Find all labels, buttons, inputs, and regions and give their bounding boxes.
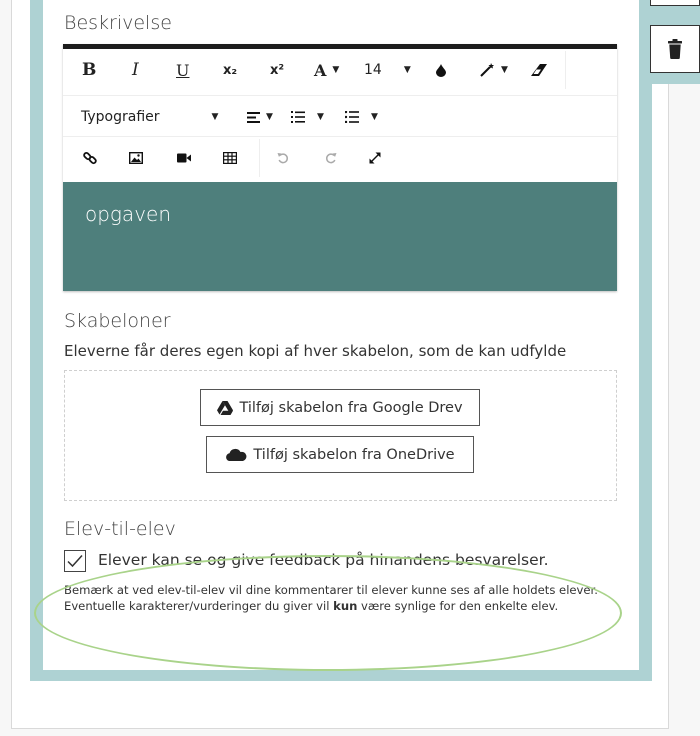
clear-format-button[interactable] bbox=[531, 49, 547, 91]
chevron-down-icon: ▼ bbox=[371, 112, 378, 122]
peer-note: Bemærk at ved elev-til-elev vil dine kom… bbox=[64, 582, 624, 614]
bold-button[interactable]: B bbox=[82, 49, 96, 91]
insert-image-button[interactable] bbox=[129, 137, 143, 179]
redo-button[interactable] bbox=[325, 137, 337, 179]
eraser-icon bbox=[531, 64, 547, 76]
add-google-drive-template-button[interactable]: Tilføj skabelon fra Google Drev bbox=[200, 389, 480, 426]
delete-button[interactable] bbox=[650, 25, 700, 73]
toolbar-row-2: Typografier ▼ ▼ ▼ ▼ bbox=[63, 95, 617, 139]
typography-label: Typografier bbox=[81, 109, 160, 125]
undo-icon bbox=[277, 153, 289, 164]
peer-feedback-checkbox[interactable] bbox=[64, 550, 86, 572]
trash-icon bbox=[668, 39, 682, 59]
chevron-down-icon: ▼ bbox=[501, 65, 508, 75]
peer-note-emphasis: kun bbox=[333, 599, 358, 613]
toolbar-separator bbox=[565, 51, 566, 89]
font-size-select[interactable]: 14 ▼ bbox=[364, 49, 411, 91]
link-icon bbox=[83, 151, 97, 165]
onedrive-cloud-icon bbox=[225, 448, 247, 462]
chevron-down-icon: ▼ bbox=[266, 112, 273, 122]
fullscreen-button[interactable] bbox=[369, 137, 381, 179]
add-onedrive-template-button[interactable]: Tilføj skabelon fra OneDrive bbox=[206, 436, 474, 473]
google-drive-button-label: Tilføj skabelon fra Google Drev bbox=[239, 399, 463, 416]
table-icon bbox=[223, 152, 237, 164]
templates-subtitle: Eleverne får deres egen kopi af hver ska… bbox=[64, 342, 567, 360]
chevron-down-icon: ▼ bbox=[403, 65, 411, 75]
underline-button[interactable]: U bbox=[176, 49, 189, 91]
side-action-button[interactable] bbox=[650, 0, 700, 6]
insert-video-button[interactable] bbox=[177, 137, 191, 179]
font-color-label: A bbox=[314, 60, 327, 80]
align-left-icon bbox=[247, 111, 260, 123]
onedrive-button-label: Tilføj skabelon fra OneDrive bbox=[253, 446, 455, 463]
chevron-down-icon: ▼ bbox=[211, 112, 219, 122]
superscript-button[interactable]: x² bbox=[270, 49, 284, 91]
peer-heading: Elev-til-elev bbox=[64, 518, 176, 540]
font-size-value: 14 bbox=[364, 62, 382, 78]
image-icon bbox=[129, 152, 143, 164]
templates-heading: Skabeloner bbox=[64, 310, 171, 332]
editor-content[interactable]: opgaven bbox=[63, 182, 617, 291]
typography-select[interactable]: Typografier ▼ bbox=[81, 96, 218, 138]
expand-icon bbox=[369, 152, 381, 164]
font-color-button[interactable]: A ▼ bbox=[314, 49, 339, 91]
unordered-list-icon bbox=[345, 111, 359, 123]
google-drive-icon bbox=[217, 400, 234, 415]
checkmark-icon bbox=[67, 554, 83, 568]
undo-button[interactable] bbox=[277, 137, 289, 179]
chevron-down-icon: ▼ bbox=[332, 65, 340, 75]
ordered-list-button[interactable]: ▼ bbox=[291, 96, 324, 138]
toolbar-row-3 bbox=[63, 136, 617, 180]
toolbar-row-1: B I U x₂ x² A ▼ 14 ▼ ▼ bbox=[63, 49, 617, 93]
magic-format-button[interactable]: ▼ bbox=[479, 49, 508, 91]
ink-drop-icon bbox=[436, 63, 446, 77]
highlight-button[interactable] bbox=[436, 49, 446, 91]
subscript-button[interactable]: x₂ bbox=[223, 49, 237, 91]
unordered-list-button[interactable]: ▼ bbox=[345, 96, 378, 138]
ordered-list-icon bbox=[291, 111, 305, 123]
italic-button[interactable]: I bbox=[132, 49, 139, 91]
magic-wand-icon bbox=[480, 63, 494, 77]
align-button[interactable]: ▼ bbox=[247, 96, 273, 138]
rich-text-editor: B I U x₂ x² A ▼ 14 ▼ ▼ Typografier ▼ ▼ ▼… bbox=[63, 44, 617, 291]
video-camera-icon bbox=[177, 153, 191, 163]
chevron-down-icon: ▼ bbox=[317, 112, 324, 122]
toolbar-separator bbox=[259, 139, 260, 177]
insert-table-button[interactable] bbox=[223, 137, 237, 179]
redo-icon bbox=[325, 153, 337, 164]
insert-link-button[interactable] bbox=[83, 137, 97, 179]
peer-feedback-label: Elever kan se og give feedback på hinand… bbox=[98, 551, 549, 569]
peer-note-text-end: være synlige for den enkelte elev. bbox=[357, 599, 559, 613]
description-heading: Beskrivelse bbox=[64, 12, 172, 34]
